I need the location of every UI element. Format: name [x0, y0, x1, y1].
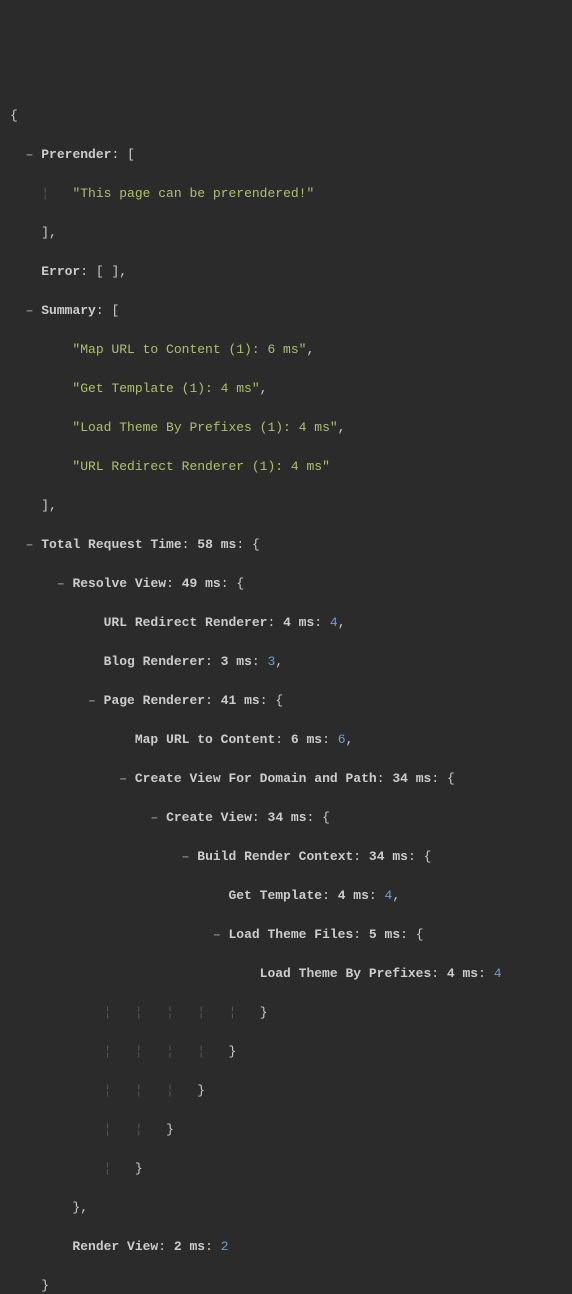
prerender-close: ],: [10, 223, 562, 243]
prerender-key[interactable]: – Prerender: [: [10, 145, 562, 165]
summary-close: ],: [10, 496, 562, 516]
total-close: }: [10, 1276, 562, 1294]
summary-item-1: "Get Template (1): 4 ms",: [10, 379, 562, 399]
load-theme-files-close: ¦ ¦ ¦ ¦ ¦ }: [10, 1003, 562, 1023]
summary-key[interactable]: – Summary: [: [10, 301, 562, 321]
load-theme-prefixes: Load Theme By Prefixes: 4 ms: 4: [10, 964, 562, 984]
error-key[interactable]: Error: [ ],: [10, 262, 562, 282]
create-view-dp-key[interactable]: – Create View For Domain and Path: 34 ms…: [10, 769, 562, 789]
prerender-item-0: ¦ "This page can be prerendered!": [10, 184, 562, 204]
resolve-close: },: [10, 1198, 562, 1218]
map-url: Map URL to Content: 6 ms: 6,: [10, 730, 562, 750]
load-theme-files-key[interactable]: – Load Theme Files: 5 ms: {: [10, 925, 562, 945]
build-ctx-close: ¦ ¦ ¦ ¦ }: [10, 1042, 562, 1062]
blog-renderer: Blog Renderer: 3 ms: 3,: [10, 652, 562, 672]
create-view-close: ¦ ¦ ¦ }: [10, 1081, 562, 1101]
json-viewer: { – Prerender: [ ¦ "This page can be pre…: [10, 86, 562, 1294]
summary-item-2: "Load Theme By Prefixes (1): 4 ms",: [10, 418, 562, 438]
build-ctx-key[interactable]: – Build Render Context: 34 ms: {: [10, 847, 562, 867]
root-open[interactable]: {: [10, 106, 562, 126]
summary-item-3: "URL Redirect Renderer (1): 4 ms": [10, 457, 562, 477]
resolve-key[interactable]: – Resolve View: 49 ms: {: [10, 574, 562, 594]
summary-item-0: "Map URL to Content (1): 6 ms",: [10, 340, 562, 360]
get-template: Get Template: 4 ms: 4,: [10, 886, 562, 906]
url-redirect: URL Redirect Renderer: 4 ms: 4,: [10, 613, 562, 633]
page-renderer-close: ¦ }: [10, 1159, 562, 1179]
create-view-dp-close: ¦ ¦ }: [10, 1120, 562, 1140]
create-view-key[interactable]: – Create View: 34 ms: {: [10, 808, 562, 828]
render-view: Render View: 2 ms: 2: [10, 1237, 562, 1257]
page-renderer-key[interactable]: – Page Renderer: 41 ms: {: [10, 691, 562, 711]
total-key[interactable]: – Total Request Time: 58 ms: {: [10, 535, 562, 555]
